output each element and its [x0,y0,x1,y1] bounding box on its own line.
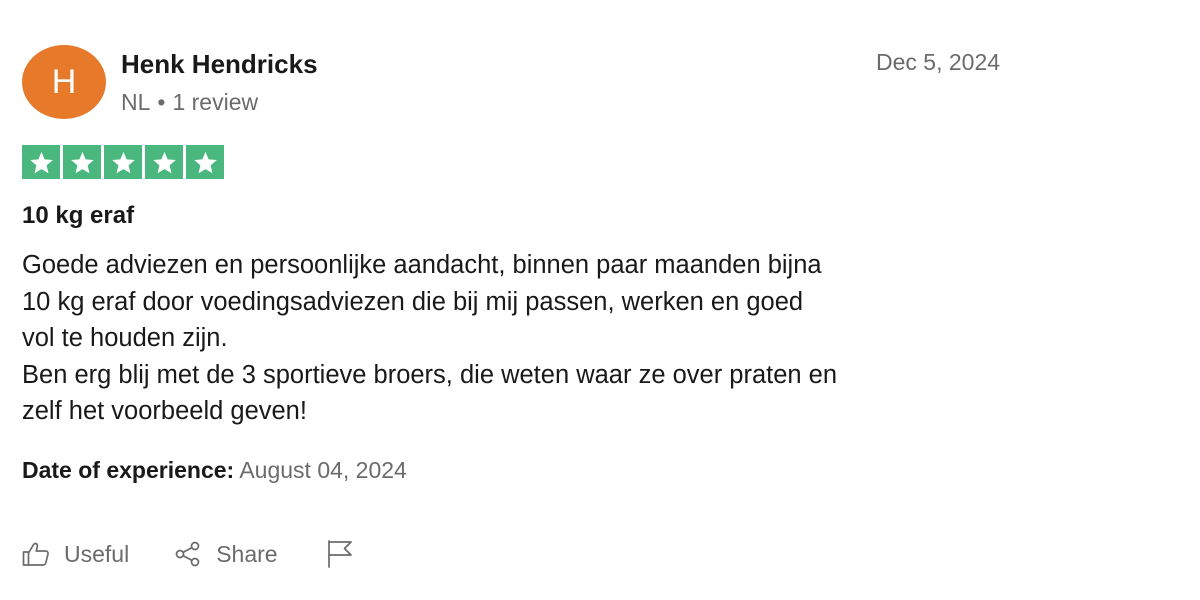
reviewer-review-count: 1 review [172,89,259,115]
reviewer-name[interactable]: Henk Hendricks [121,49,318,80]
review-body-line: Goede adviezen en persoonlijke aandacht,… [22,251,822,279]
star-icon [145,145,183,179]
useful-label: Useful [64,540,130,567]
date-of-experience: Date of experience: August 04, 2024 [22,457,407,484]
share-button[interactable]: Share [174,540,278,568]
star-icon [186,145,224,179]
review-date: Dec 5, 2024 [876,49,1001,75]
review-body-line: vol te houden zijn. [22,324,228,352]
share-icon [175,541,200,567]
reviewer-country: NL [121,89,151,115]
review-actions: Useful Share [22,534,354,574]
review-body: Goede adviezen en persoonlijke aandacht,… [22,247,1062,430]
experience-date: August 04, 2024 [239,457,407,483]
star-rating [22,145,224,179]
avatar[interactable]: H [22,45,106,119]
share-label: Share [216,540,278,567]
useful-button[interactable]: Useful [22,541,129,568]
thumbs-up-icon [22,542,49,566]
review-title: 10 kg eraf [22,202,135,229]
report-button[interactable] [326,539,354,569]
star-icon [63,145,101,179]
experience-label: Date of experience: [22,457,235,483]
star-icon [22,145,60,179]
reviewer-meta: NL • 1 review [121,89,258,116]
meta-separator: • [157,89,166,115]
review-body-line: zelf het voorbeeld geven! [22,397,307,425]
avatar-initial: H [51,63,77,101]
review-body-line: 10 kg eraf door voedingsadviezen die bij… [22,287,804,316]
star-icon [104,145,142,179]
flag-icon [327,540,352,568]
review-body-line: Ben erg blij met de 3 sportieve broers, … [22,360,838,389]
